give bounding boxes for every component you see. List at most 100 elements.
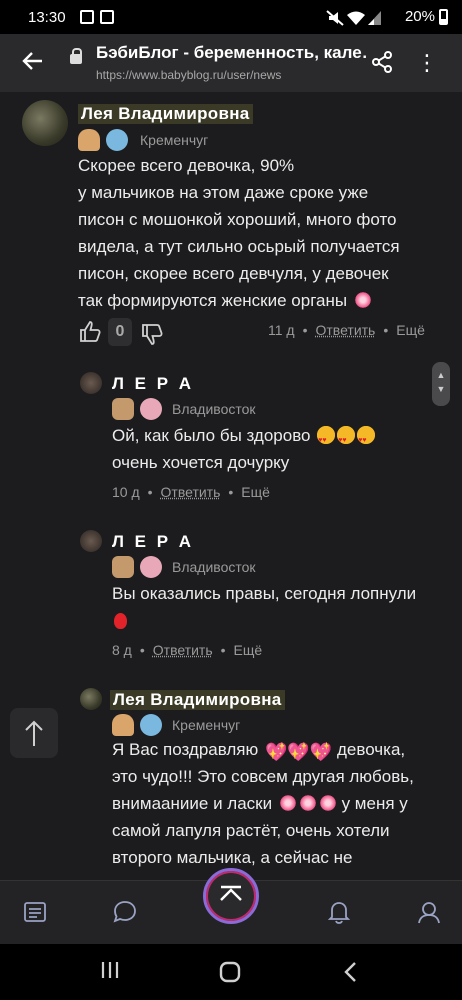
comment-line: писон с мошонкой хороший, много фото [78, 210, 397, 229]
comment-line-with-emoji [112, 607, 452, 634]
app-notification-icon [100, 10, 114, 24]
comment-line: у меня у [341, 794, 408, 813]
arrow-up-icon [25, 720, 43, 746]
comment-line-with-emoji: Ой, как было бы здорово [112, 422, 432, 454]
avatar[interactable] [22, 100, 68, 146]
comments-feed: Лея Владимировна Кременчуг Скорее всего … [0, 92, 462, 880]
comment-line: так формируются женские органы [78, 291, 348, 310]
comment-line: девочка, [336, 740, 406, 759]
avatar[interactable] [80, 372, 102, 394]
page-title[interactable]: БэбиБлог - беременность, кале… [96, 43, 366, 63]
baby-status-icon [140, 714, 162, 736]
vote-count: 0 [108, 318, 132, 346]
comment-age: 8 д [112, 642, 132, 658]
comment-age: 10 д [112, 484, 140, 500]
comment-line: Скорее всего девочка, 90% [78, 156, 295, 175]
comment-line: Вы оказались правы, сегодня лопнули [112, 584, 417, 603]
comment-line: это чудо!!! Это совсем другая любовь, [112, 767, 414, 786]
comment-meta: 10 д • Ответить • Ещё [112, 484, 270, 500]
flower-emoji-icon [278, 794, 297, 812]
feed-icon[interactable] [22, 899, 48, 925]
heart-eyes-emoji-icon [317, 426, 336, 454]
flower-emoji-icon [318, 794, 337, 812]
signal-icon [368, 11, 381, 25]
chat-icon[interactable] [112, 899, 138, 925]
comment-line: видела, а тут сильно осьрый получается [78, 237, 400, 256]
battery-icon [439, 8, 448, 25]
comment-line: самой лапуля растёт, очень хотели [112, 821, 390, 840]
author-city: Владивосток [172, 559, 256, 575]
browser-toolbar: БэбиБлог - беременность, кале… https://w… [0, 34, 462, 92]
comment-author[interactable]: Л Е Р А [112, 374, 194, 394]
reply-link[interactable]: Ответить [161, 484, 221, 500]
sparkling-heart-emoji-icon: 💖💖💖 [265, 742, 333, 762]
comment-author[interactable]: Л Е Р А [112, 532, 194, 552]
more-link[interactable]: Ещё [234, 642, 263, 658]
profile-icon[interactable] [416, 899, 442, 925]
lock-icon [70, 48, 82, 64]
flower-emoji-icon [353, 291, 372, 309]
author-city: Кременчуг [140, 132, 209, 148]
chevron-up-icon [220, 885, 242, 901]
comment-line: Я Вас поздравляю [112, 740, 259, 759]
comment-line: внимааниие и ласки [112, 794, 273, 813]
bell-icon[interactable] [326, 899, 352, 925]
comment-line: второго мальчика, а сейчас не [112, 848, 353, 867]
status-bar: 13:30 20% [0, 0, 462, 34]
heart-eyes-emoji-icon [357, 426, 376, 454]
more-link[interactable]: Ещё [396, 322, 425, 338]
author-city: Кременчуг [172, 717, 241, 733]
comment-author[interactable]: Лея Владимировна [78, 104, 253, 124]
overflow-menu-icon[interactable]: ⋮ [416, 48, 438, 78]
avatar[interactable] [80, 530, 102, 552]
more-link[interactable]: Ещё [241, 484, 270, 500]
battery-indicator: 20% [405, 8, 448, 25]
scroll-to-top-button[interactable] [10, 708, 58, 758]
back-arrow-icon[interactable] [20, 48, 50, 78]
avatar[interactable] [80, 688, 102, 710]
comment-author[interactable]: Лея Владимировна [110, 690, 285, 710]
comment-line-with-emoji: внимааниие и ласки у меня у [112, 790, 442, 817]
flower-emoji-icon [298, 794, 317, 812]
reply-link[interactable]: Ответить [153, 642, 213, 658]
heart-eyes-emoji-icon [337, 426, 356, 454]
clock: 13:30 [28, 9, 66, 26]
comment-line: очень хочется дочурку [112, 453, 290, 472]
mom-status-icon [78, 129, 100, 151]
main-menu-button[interactable] [203, 868, 259, 924]
page-url[interactable]: https://www.babyblog.ru/user/news [96, 68, 281, 82]
baby-status-icon [106, 129, 128, 151]
comment-line: писон, скорее всего девчуля, у девочек [78, 264, 389, 283]
system-nav-bar [0, 944, 462, 1000]
gallery-notification-icon [80, 10, 94, 24]
thumbs-up-icon[interactable] [78, 320, 102, 344]
battery-percent: 20% [404, 8, 435, 25]
comment-line: у мальчиков на этом даже сроке уже [78, 183, 369, 202]
comment-meta: 8 д • Ответить • Ещё [112, 642, 263, 658]
mute-icon [326, 10, 344, 26]
baby-status-icon [140, 398, 162, 420]
back-icon[interactable] [340, 960, 360, 984]
comment-meta: 11 д • Ответить • Ещё [268, 322, 425, 338]
author-city: Владивосток [172, 401, 256, 417]
reply-link[interactable]: Ответить [316, 322, 376, 338]
comment-line-with-emoji: Я Вас поздравляю 💖💖💖 девочка, [112, 736, 442, 763]
comment-text: Скорее всего девочка, 90% у мальчиков на… [78, 152, 428, 314]
comment-text: Я Вас поздравляю 💖💖💖 девочка, это чудо!!… [112, 736, 442, 871]
comment-text: Вы оказались правы, сегодня лопнули [112, 580, 452, 634]
comment-line-with-emoji: так формируются женские органы [78, 287, 428, 314]
mom-status-icon [112, 714, 134, 736]
comment-age: 11 д [268, 322, 295, 338]
share-icon[interactable] [370, 50, 394, 74]
scroll-handle[interactable]: ▲ ▼ [432, 362, 450, 406]
mom-status-icon [112, 398, 134, 420]
baby-status-icon [140, 556, 162, 578]
mom-status-icon [112, 556, 134, 578]
thumbs-down-icon[interactable] [140, 322, 164, 346]
balloon-emoji-icon [114, 613, 127, 629]
recent-apps-icon[interactable] [100, 960, 120, 980]
comment-text: Ой, как было бы здорово очень хочется до… [112, 422, 432, 476]
home-icon[interactable] [218, 960, 242, 984]
wifi-icon [347, 11, 365, 25]
comment-line: Ой, как было бы здорово [112, 426, 311, 445]
